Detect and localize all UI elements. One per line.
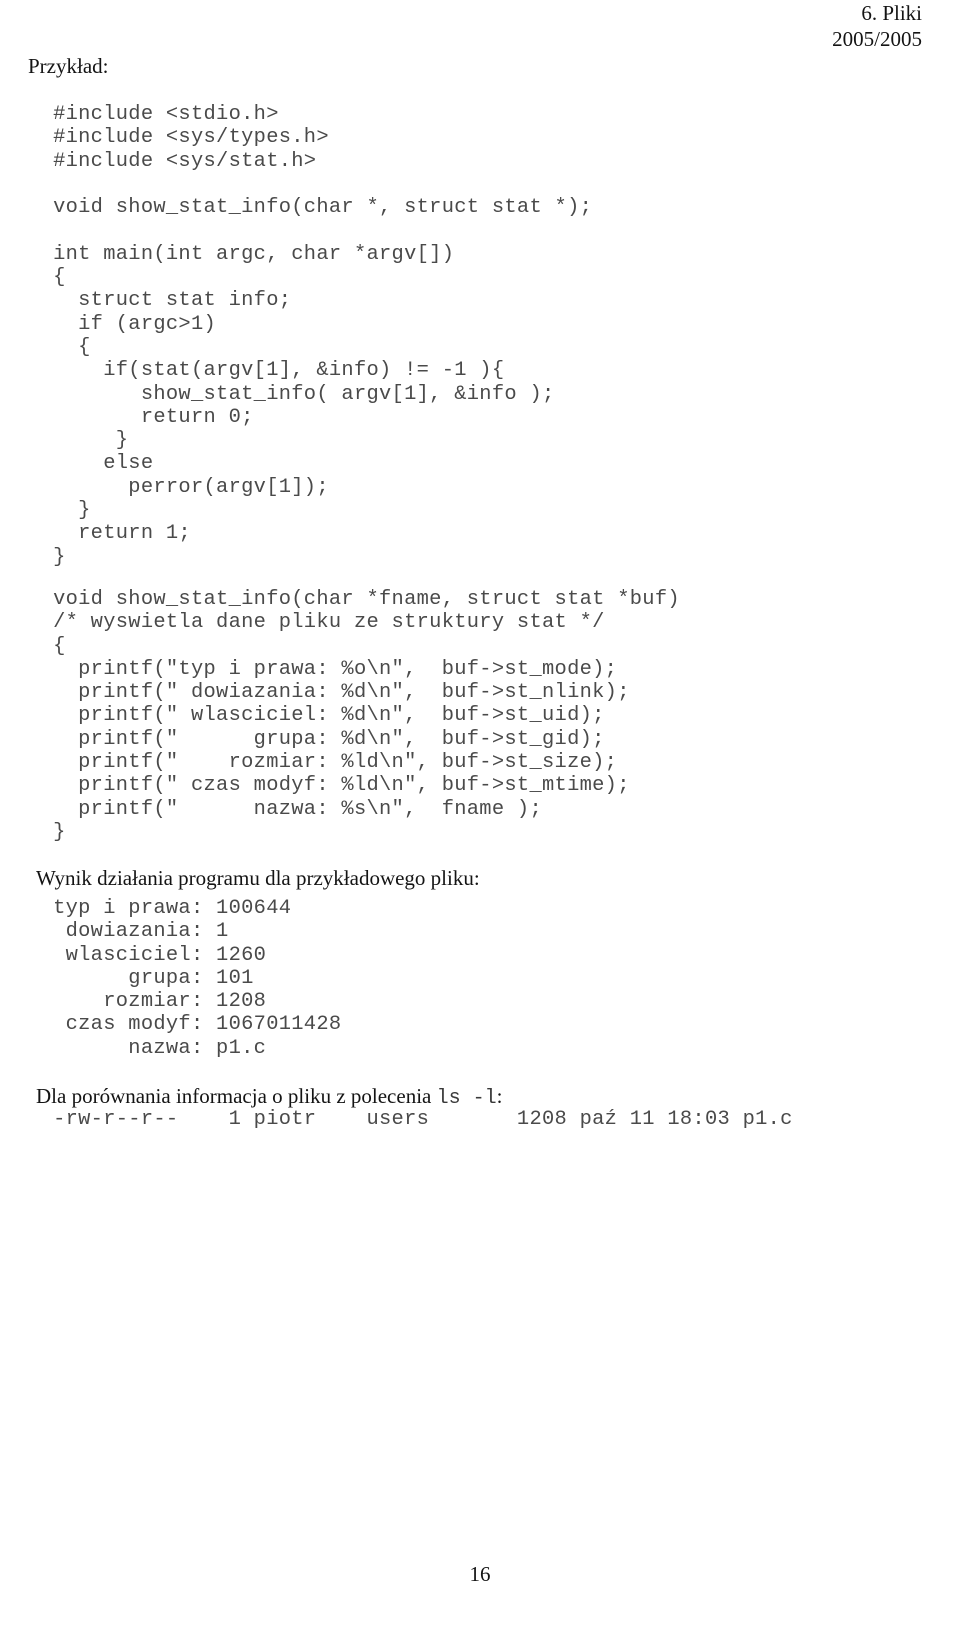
code-line: printf(" wlasciciel: %d\n", buf->st_uid)… [28, 704, 605, 728]
code-line: { [28, 634, 66, 658]
program-result-label: Wynik działania programu dla przykładowe… [36, 866, 480, 890]
comparison-label-prefix: Dla porównania informacja o pliku z pole… [36, 1084, 437, 1108]
code-line: wlasciciel: 1260 [28, 943, 267, 967]
code-line: printf(" grupa: %d\n", buf->st_gid); [28, 727, 605, 751]
comparison-command: ls -l [436, 1087, 497, 1110]
header-year: 2005/2005 [832, 27, 922, 52]
code-line: if (argc>1) [28, 312, 217, 336]
code-line: /* wyswietla dane pliku ze struktury sta… [28, 611, 605, 635]
code-line: void show_stat_info(char *, struct stat … [28, 196, 593, 220]
header-chapter: 6. Pliki [861, 1, 922, 25]
code-line: return 1; [28, 522, 191, 546]
code-block-program-output: typ i prawa: 100644 dowiazania: 1 wlasci… [28, 897, 341, 1060]
code-line: } [28, 820, 66, 844]
code-line: } [28, 545, 66, 569]
code-line: nazwa: p1.c [28, 1036, 267, 1060]
page-number: 16 [469, 1562, 491, 1586]
document-page: 6. Pliki 2005/2005 Przykład: #include <s… [0, 0, 960, 1634]
code-line: perror(argv[1]); [28, 475, 329, 499]
example-label: Przykład: [28, 54, 109, 78]
code-line: return 0; [28, 405, 254, 429]
code-line: show_stat_info( argv[1], &info ); [28, 382, 555, 406]
comparison-label: Dla porównania informacja o pliku z pole… [36, 1084, 502, 1110]
code-block-main: #include <stdio.h> #include <sys/types.h… [28, 103, 592, 569]
code-line: } [28, 499, 91, 523]
code-line: { [28, 335, 91, 359]
comparison-label-suffix: : [496, 1084, 503, 1108]
code-line: void show_stat_info(char *fname, struct … [28, 588, 680, 611]
code-line: grupa: 101 [28, 966, 254, 990]
code-line: } [28, 429, 129, 453]
code-line: printf(" nazwa: %s\n", fname ); [28, 797, 542, 821]
code-line: -rw-r--r-- 1 piotr users 1208 paź 11 18:… [28, 1108, 793, 1131]
code-line: else [28, 452, 154, 476]
code-line: printf(" dowiazania: %d\n", buf->st_nlin… [28, 681, 630, 705]
code-line: #include <sys/stat.h> [28, 149, 317, 173]
code-line: struct stat info; [28, 289, 292, 313]
code-line: int main(int argc, char *argv[]) [28, 242, 455, 266]
code-line: printf(" rozmiar: %ld\n", buf->st_size); [28, 751, 618, 775]
code-line: #include <stdio.h> [28, 103, 279, 126]
running-header: 6. Pliki 2005/2005 [832, 0, 922, 53]
code-block-show-stat-info: void show_stat_info(char *fname, struct … [28, 588, 680, 844]
code-line: czas modyf: 1067011428 [28, 1013, 342, 1037]
code-line: printf("typ i prawa: %o\n", buf->st_mode… [28, 657, 618, 681]
code-line: dowiazania: 1 [28, 920, 229, 944]
code-block-ls-output: -rw-r--r-- 1 piotr users 1208 paź 11 18:… [28, 1108, 793, 1131]
code-line: printf(" czas modyf: %ld\n", buf->st_mti… [28, 774, 630, 798]
code-line: if(stat(argv[1], &info) != -1 ){ [28, 359, 505, 383]
code-line: #include <sys/types.h> [28, 126, 329, 150]
code-line: { [28, 266, 66, 290]
code-line: typ i prawa: 100644 [28, 897, 292, 920]
code-line: rozmiar: 1208 [28, 990, 267, 1014]
